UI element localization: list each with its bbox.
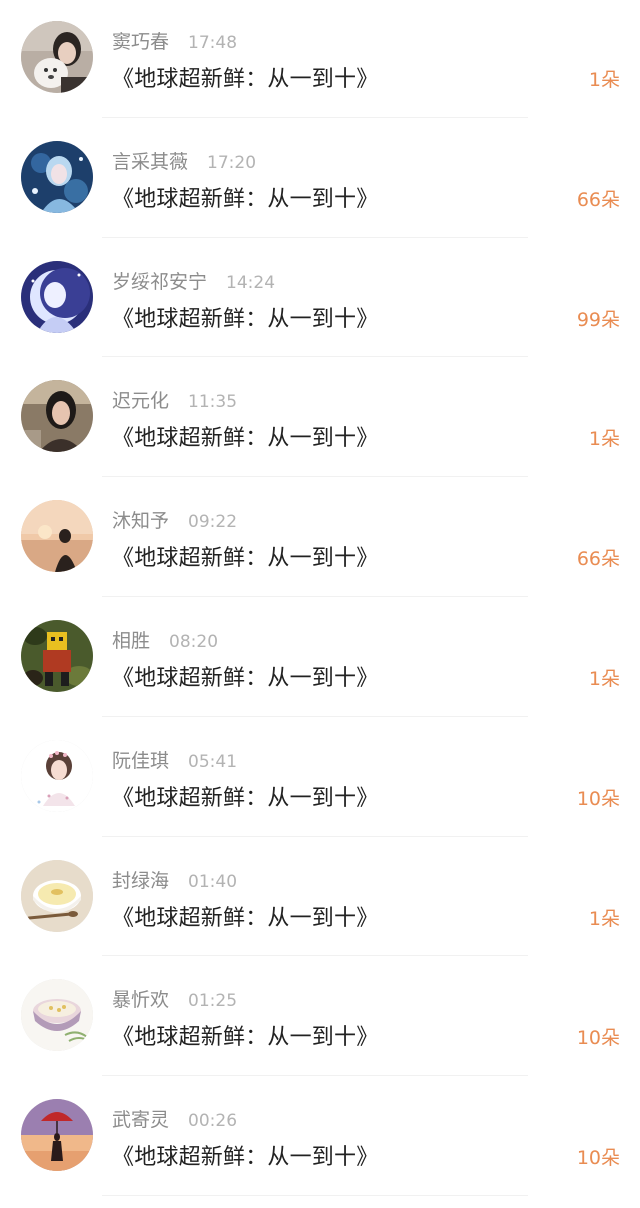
list-item[interactable]: 岁绥祁安宁 14:24 《地球超新鲜：从一到十》 99朵 <box>0 240 640 360</box>
gift-title: 《地球超新鲜：从一到十》 <box>112 186 379 212</box>
gift-record-list: 窦巧春 17:48 《地球超新鲜：从一到十》 1朵 言采其薇 17:20 《地球… <box>0 0 640 1198</box>
flower-count: 1朵 <box>588 428 620 451</box>
sunset-silhouette-avatar-icon <box>21 500 93 573</box>
user-name[interactable]: 武寄灵 <box>112 1105 169 1132</box>
avatar[interactable] <box>21 140 93 213</box>
avatar[interactable] <box>21 1099 93 1172</box>
avatar[interactable] <box>21 739 93 812</box>
user-name[interactable]: 窦巧春 <box>112 27 169 54</box>
list-item[interactable]: 窦巧春 17:48 《地球超新鲜：从一到十》 1朵 <box>0 0 640 120</box>
item-meta: 封绿海 01:40 <box>112 866 237 892</box>
avatar[interactable] <box>21 859 93 932</box>
fantasy-blue-girl-avatar-icon <box>21 140 93 213</box>
user-name[interactable]: 阮佳琪 <box>112 746 169 773</box>
timestamp: 14:24 <box>226 272 276 293</box>
timestamp: 09:22 <box>188 512 238 533</box>
item-meta: 沐知予 09:22 <box>112 506 237 532</box>
gift-title: 《地球超新鲜：从一到十》 <box>112 67 379 92</box>
flower-count: 10朵 <box>576 1027 620 1050</box>
divider <box>102 1194 528 1196</box>
divider <box>102 356 528 358</box>
timestamp: 05:41 <box>188 751 238 772</box>
gift-title: 《地球超新鲜：从一到十》 <box>112 905 379 931</box>
user-name[interactable]: 言采其薇 <box>112 147 188 174</box>
gift-title: 《地球超新鲜：从一到十》 <box>112 1025 379 1051</box>
dessert-bowl-avatar-icon <box>21 979 93 1052</box>
timestamp: 17:48 <box>188 33 238 53</box>
girl-with-dog-avatar-icon <box>21 21 93 93</box>
avatar[interactable] <box>21 500 93 573</box>
flower-count: 1朵 <box>588 667 620 690</box>
timestamp: 08:20 <box>169 631 219 652</box>
divider <box>102 116 528 118</box>
list-item[interactable]: 相胜 08:20 《地球超新鲜：从一到十》 1朵 <box>0 599 640 719</box>
gift-title: 《地球超新鲜：从一到十》 <box>112 306 379 332</box>
flower-count: 10朵 <box>576 787 620 810</box>
list-item[interactable]: 阮佳琪 05:41 《地球超新鲜：从一到十》 10朵 <box>0 719 640 839</box>
gift-title: 《地球超新鲜：从一到十》 <box>112 426 379 452</box>
woman-portrait-avatar-icon <box>21 380 93 453</box>
illustrated-girl-avatar-icon <box>21 739 93 812</box>
gift-title: 《地球超新鲜：从一到十》 <box>112 546 379 572</box>
user-name[interactable]: 迟元化 <box>112 386 169 413</box>
item-meta: 武寄灵 00:26 <box>112 1105 237 1131</box>
list-item[interactable]: 封绿海 01:40 《地球超新鲜：从一到十》 1朵 <box>0 839 640 959</box>
list-item[interactable]: 武寄灵 00:26 《地球超新鲜：从一到十》 10朵 <box>0 1078 640 1198</box>
divider <box>102 955 528 957</box>
timestamp: 01:40 <box>188 871 238 892</box>
moon-girl-avatar-icon <box>21 260 93 333</box>
item-meta: 阮佳琪 05:41 <box>112 746 237 772</box>
pudding-bowl-avatar-icon <box>21 859 93 932</box>
item-meta: 相胜 08:20 <box>112 626 218 652</box>
user-name[interactable]: 岁绥祁安宁 <box>112 267 207 294</box>
flower-count: 66朵 <box>576 548 620 571</box>
avatar[interactable] <box>21 619 93 692</box>
item-meta: 暴忻欢 01:25 <box>112 985 237 1011</box>
flower-count: 1朵 <box>588 69 620 91</box>
gift-title: 《地球超新鲜：从一到十》 <box>112 665 379 691</box>
list-item[interactable]: 言采其薇 17:20 《地球超新鲜：从一到十》 66朵 <box>0 120 640 240</box>
timestamp: 01:25 <box>188 991 238 1012</box>
divider <box>102 476 528 478</box>
list-item[interactable]: 沐知予 09:22 《地球超新鲜：从一到十》 66朵 <box>0 479 640 599</box>
divider <box>102 715 528 717</box>
item-meta: 窦巧春 17:48 <box>112 27 237 53</box>
flower-count: 10朵 <box>576 1147 620 1170</box>
user-name[interactable]: 相胜 <box>112 626 150 653</box>
umbrella-girl-avatar-icon <box>21 1099 93 1172</box>
user-name[interactable]: 封绿海 <box>112 866 169 893</box>
timestamp: 00:26 <box>188 1111 238 1132</box>
timestamp: 11:35 <box>188 392 238 413</box>
timestamp: 17:20 <box>207 152 257 173</box>
avatar[interactable] <box>21 979 93 1052</box>
list-item[interactable]: 迟元化 11:35 《地球超新鲜：从一到十》 1朵 <box>0 359 640 479</box>
avatar[interactable] <box>21 21 93 93</box>
user-name[interactable]: 暴忻欢 <box>112 985 169 1012</box>
item-meta: 岁绥祁安宁 14:24 <box>112 267 275 293</box>
list-item[interactable]: 暴忻欢 01:25 《地球超新鲜：从一到十》 10朵 <box>0 958 640 1078</box>
avatar[interactable] <box>21 380 93 453</box>
robot-camo-avatar-icon <box>21 619 93 692</box>
flower-count: 66朵 <box>576 188 620 211</box>
divider <box>102 1075 528 1077</box>
divider <box>102 595 528 597</box>
gift-title: 《地球超新鲜：从一到十》 <box>112 1145 379 1171</box>
item-meta: 言采其薇 17:20 <box>112 147 256 173</box>
user-name[interactable]: 沐知予 <box>112 506 169 533</box>
avatar[interactable] <box>21 260 93 333</box>
flower-count: 1朵 <box>588 907 620 930</box>
divider <box>102 236 528 238</box>
divider <box>102 835 528 837</box>
item-meta: 迟元化 11:35 <box>112 386 237 412</box>
gift-title: 《地球超新鲜：从一到十》 <box>112 785 379 811</box>
flower-count: 99朵 <box>576 308 620 331</box>
